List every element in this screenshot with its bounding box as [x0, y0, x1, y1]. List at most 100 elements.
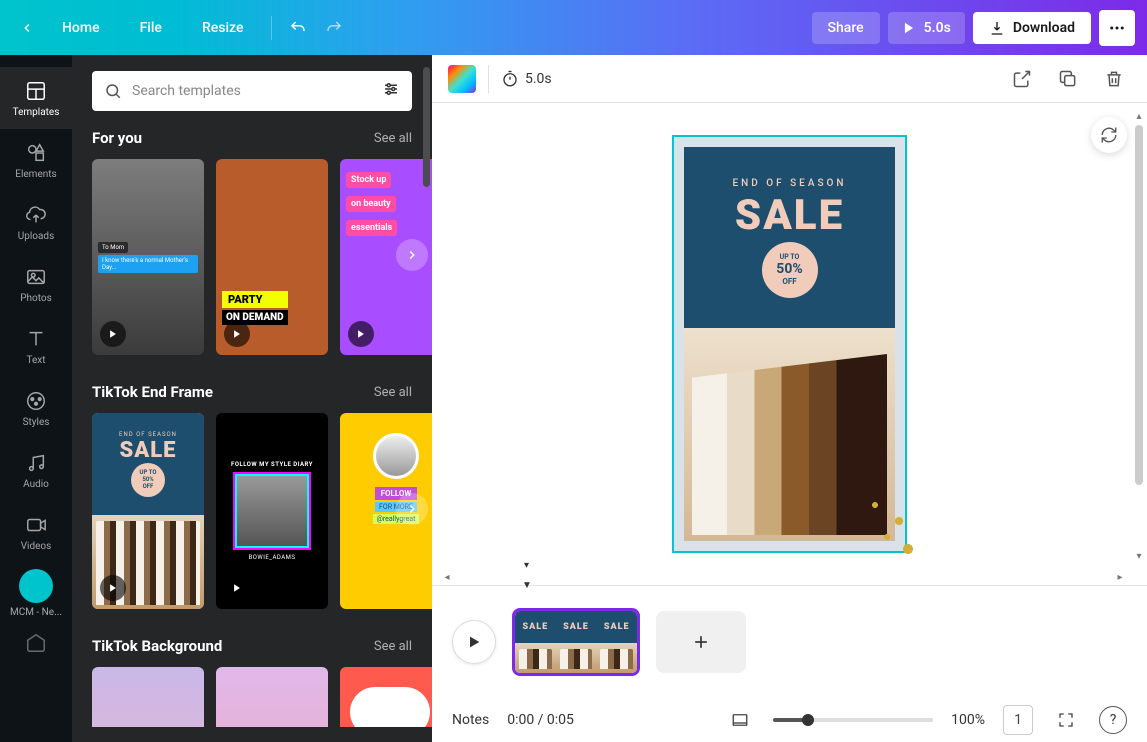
design-text-eos: END OF SEASON [732, 178, 846, 189]
timeline-footer: Notes 0:00 / 0:05 100% 1 ? [432, 698, 1147, 742]
photos-icon [24, 265, 48, 289]
viewport-scrollbar-horizontal[interactable]: ◂ ▸ [440, 571, 1127, 583]
confetti-graphic [863, 481, 923, 561]
rail-videos[interactable]: Videos [0, 501, 72, 563]
header-divider [271, 16, 272, 40]
nav-resize[interactable]: Resize [182, 20, 264, 36]
nav-home[interactable]: Home [42, 20, 120, 36]
animate-page-button[interactable] [1091, 117, 1127, 153]
play-preview-button[interactable]: 5.0s [888, 12, 965, 44]
rail-uploads[interactable]: Uploads [0, 191, 72, 253]
template-card[interactable] [216, 667, 328, 727]
nav-file[interactable]: File [120, 20, 182, 36]
search-input[interactable] [132, 83, 374, 99]
row-next-button[interactable] [396, 493, 428, 525]
design-text-sale: SALE [735, 191, 844, 240]
see-all-link[interactable]: See all [374, 385, 412, 400]
videos-icon [24, 513, 48, 537]
search-field-wrap [92, 71, 412, 111]
scroll-right-arrow[interactable]: ▸ [1113, 571, 1127, 583]
see-all-link[interactable]: See all [374, 131, 412, 146]
section-header-tiktok-bg: TikTok Background See all [72, 637, 432, 655]
section-title: TikTok Background [92, 637, 222, 655]
elements-icon [24, 141, 48, 165]
rail-elements[interactable]: Elements [0, 129, 72, 191]
rail-more-icon[interactable] [25, 632, 47, 658]
zoom-slider[interactable] [773, 718, 933, 722]
play-icon [100, 321, 126, 347]
back-button[interactable] [12, 13, 42, 43]
add-page-button[interactable] [656, 611, 746, 673]
template-card[interactable] [340, 667, 432, 727]
section-title: For you [92, 129, 142, 147]
play-icon [224, 321, 250, 347]
notes-button[interactable]: Notes [452, 712, 489, 728]
timeline-play-button[interactable] [452, 620, 496, 664]
rail-user-label: MCM - Ne... [6, 607, 66, 618]
timeline-track: ▼ SALE SALE SALE [432, 586, 1147, 698]
zoom-percent[interactable]: 100% [951, 712, 985, 728]
text-icon [24, 327, 48, 351]
template-row-for-you: To Mom I know there's a normal Mother's … [72, 159, 432, 383]
download-label: Download [1013, 20, 1075, 36]
playhead-icon[interactable]: ▼ [522, 580, 532, 591]
section-header-tiktok-end: TikTok End Frame See all [72, 383, 432, 401]
redo-button[interactable] [316, 10, 352, 46]
more-menu-button[interactable] [1099, 10, 1135, 46]
template-card[interactable]: PARTY ON DEMAND [216, 159, 328, 355]
scroll-left-arrow[interactable]: ◂ [440, 571, 454, 583]
delete-page-button[interactable] [1097, 62, 1131, 96]
undo-button[interactable] [280, 10, 316, 46]
fullscreen-button[interactable] [1051, 705, 1081, 735]
background-color-swatch[interactable] [448, 65, 476, 93]
styles-icon [24, 389, 48, 413]
page-number-button[interactable]: 1 [1003, 705, 1033, 735]
timeline: ▼ SALE SALE SALE Notes 0:00 / 0:05 [432, 585, 1147, 742]
row-next-button[interactable] [396, 239, 428, 271]
section-title: TikTok End Frame [92, 383, 213, 401]
duplicate-page-button[interactable] [1051, 62, 1085, 96]
scroll-down-arrow[interactable]: ▾ [1133, 549, 1145, 563]
rail-templates[interactable]: Templates [0, 67, 72, 129]
templates-panel: For you See all To Mom I know there's a … [72, 55, 432, 742]
toolbar-divider [488, 65, 489, 93]
viewport-scrollbar-vertical[interactable]: ▴ ▾ [1133, 111, 1145, 561]
play-icon [348, 321, 374, 347]
rail-photos[interactable]: Photos [0, 253, 72, 315]
clip-duration-button[interactable]: 5.0s [501, 70, 552, 88]
panel-scrollbar[interactable] [423, 67, 430, 187]
template-card[interactable] [92, 667, 204, 727]
canvas-area: 5.0s END OF SEASON SALE UP TO 50% OFF [432, 55, 1147, 742]
template-row-tiktok-bg [72, 667, 432, 727]
rail-styles[interactable]: Styles [0, 377, 72, 439]
share-button[interactable]: Share [812, 12, 880, 44]
app-header: Home File Resize Share 5.0s Download [0, 0, 1147, 55]
template-card[interactable]: END OF SEASON SALE UP TO 50% OFF [92, 413, 204, 609]
timeline-playhead-marker: ▾ [524, 560, 529, 571]
thumbnail-view-toggle[interactable] [725, 705, 755, 735]
timeline-clip[interactable]: SALE SALE SALE [512, 608, 640, 676]
search-icon [104, 82, 122, 100]
templates-icon [24, 79, 48, 103]
rail-audio[interactable]: Audio [0, 439, 72, 501]
side-rail: Templates Elements Uploads Photos Text S… [0, 55, 72, 742]
template-row-tiktok-end: END OF SEASON SALE UP TO 50% OFF FOLLOW … [72, 413, 432, 637]
canvas-toolbar: 5.0s [432, 55, 1147, 103]
template-card[interactable]: FOLLOW MY STYLE DIARY BOWIE_ADAMS [216, 413, 328, 609]
stopwatch-icon [501, 70, 519, 88]
section-header-for-you: For you See all [72, 129, 432, 147]
play-icon [224, 575, 250, 601]
see-all-link[interactable]: See all [374, 639, 412, 654]
template-card[interactable]: To Mom I know there's a normal Mother's … [92, 159, 204, 355]
share-page-button[interactable] [1005, 62, 1039, 96]
artboard[interactable]: END OF SEASON SALE UP TO 50% OFF [672, 135, 907, 553]
canvas-viewport[interactable]: END OF SEASON SALE UP TO 50% OFF ▴ [432, 103, 1147, 585]
help-button[interactable]: ? [1099, 706, 1127, 734]
scroll-up-arrow[interactable]: ▴ [1133, 109, 1145, 123]
rail-text[interactable]: Text [0, 315, 72, 377]
uploads-icon [24, 203, 48, 227]
filter-button[interactable] [382, 80, 400, 102]
play-duration-label: 5.0s [924, 20, 951, 36]
rail-user-avatar[interactable] [19, 569, 53, 603]
download-button[interactable]: Download [973, 12, 1091, 44]
